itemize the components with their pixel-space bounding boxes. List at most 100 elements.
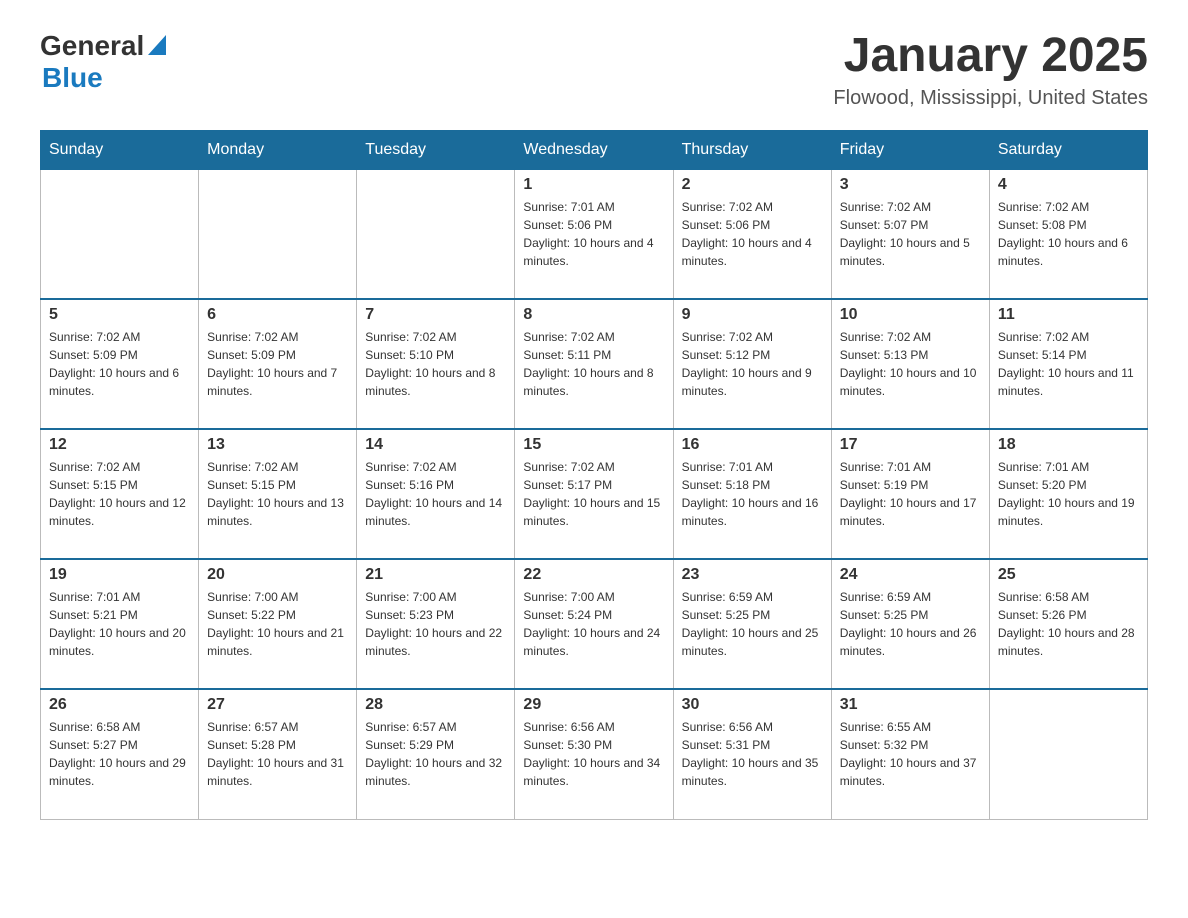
day-info: Sunrise: 7:02 AM Sunset: 5:09 PM Dayligh…: [207, 328, 348, 400]
day-info: Sunrise: 7:02 AM Sunset: 5:09 PM Dayligh…: [49, 328, 190, 400]
calendar-cell: 11Sunrise: 7:02 AM Sunset: 5:14 PM Dayli…: [989, 299, 1147, 429]
day-number: 4: [998, 176, 1139, 194]
day-number: 20: [207, 566, 348, 584]
day-info: Sunrise: 7:01 AM Sunset: 5:21 PM Dayligh…: [49, 588, 190, 660]
logo-general-text: General: [40, 30, 144, 62]
calendar-cell: 26Sunrise: 6:58 AM Sunset: 5:27 PM Dayli…: [41, 689, 199, 819]
calendar-cell: [357, 169, 515, 299]
day-info: Sunrise: 6:59 AM Sunset: 5:25 PM Dayligh…: [682, 588, 823, 660]
day-number: 24: [840, 566, 981, 584]
day-info: Sunrise: 7:02 AM Sunset: 5:15 PM Dayligh…: [49, 458, 190, 530]
calendar-cell: 1 Sunrise: 7:01 AM Sunset: 5:06 PM Daylig…: [515, 169, 673, 299]
day-info: Sunrise: 7:00 AM Sunset: 5:23 PM Dayligh…: [365, 588, 506, 660]
day-number: 28: [365, 696, 506, 714]
day-of-week-header: Monday: [199, 130, 357, 169]
day-number: 9: [682, 306, 823, 324]
calendar-cell: 30 Sunrise: 6:56 AM Sunset: 5:31 PM Dayli…: [673, 689, 831, 819]
day-number: 13: [207, 436, 348, 454]
day-of-week-header: Wednesday: [515, 130, 673, 169]
day-info: Sunrise: 7:02 AM Sunset: 5:12 PM Dayligh…: [682, 328, 823, 400]
calendar-cell: 19 Sunrise: 7:01 AM Sunset: 5:21 PM Dayli…: [41, 559, 199, 689]
day-number: 31: [840, 696, 981, 714]
day-number: 6: [207, 306, 348, 324]
calendar-cell: 9 Sunrise: 7:02 AM Sunset: 5:12 PM Daylig…: [673, 299, 831, 429]
calendar-cell: 12 Sunrise: 7:02 AM Sunset: 5:15 PM Dayli…: [41, 429, 199, 559]
logo-blue-text: Blue: [42, 62, 103, 94]
calendar-week-row: 5Sunrise: 7:02 AM Sunset: 5:09 PM Daylig…: [41, 299, 1148, 429]
day-number: 8: [523, 306, 664, 324]
page-header: General Blue January 2025 Flowood, Missi…: [40, 30, 1148, 110]
day-number: 1: [523, 176, 664, 194]
day-number: 14: [365, 436, 506, 454]
day-number: 15: [523, 436, 664, 454]
calendar-week-row: 19 Sunrise: 7:01 AM Sunset: 5:21 PM Dayli…: [41, 559, 1148, 689]
day-number: 18: [998, 436, 1139, 454]
location-subtitle: Flowood, Mississippi, United States: [833, 87, 1148, 110]
day-info: Sunrise: 6:59 AM Sunset: 5:25 PM Dayligh…: [840, 588, 981, 660]
day-info: Sunrise: 7:02 AM Sunset: 5:08 PM Dayligh…: [998, 198, 1139, 270]
day-info: Sunrise: 7:00 AM Sunset: 5:22 PM Dayligh…: [207, 588, 348, 660]
day-info: Sunrise: 6:55 AM Sunset: 5:32 PM Dayligh…: [840, 718, 981, 790]
calendar-cell: 22 Sunrise: 7:00 AM Sunset: 5:24 PM Dayli…: [515, 559, 673, 689]
day-number: 16: [682, 436, 823, 454]
title-section: January 2025 Flowood, Mississippi, Unite…: [833, 30, 1148, 110]
day-number: 30: [682, 696, 823, 714]
day-info: Sunrise: 7:02 AM Sunset: 5:07 PM Dayligh…: [840, 198, 981, 270]
day-info: Sunrise: 7:02 AM Sunset: 5:17 PM Dayligh…: [523, 458, 664, 530]
calendar-cell: 3 Sunrise: 7:02 AM Sunset: 5:07 PM Daylig…: [831, 169, 989, 299]
calendar-cell: 2 Sunrise: 7:02 AM Sunset: 5:06 PM Daylig…: [673, 169, 831, 299]
day-of-week-header: Saturday: [989, 130, 1147, 169]
day-info: Sunrise: 7:02 AM Sunset: 5:11 PM Dayligh…: [523, 328, 664, 400]
day-of-week-header: Thursday: [673, 130, 831, 169]
day-info: Sunrise: 6:56 AM Sunset: 5:31 PM Dayligh…: [682, 718, 823, 790]
calendar-cell: 5Sunrise: 7:02 AM Sunset: 5:09 PM Daylig…: [41, 299, 199, 429]
calendar-cell: 4 Sunrise: 7:02 AM Sunset: 5:08 PM Daylig…: [989, 169, 1147, 299]
calendar-cell: 23 Sunrise: 6:59 AM Sunset: 5:25 PM Dayli…: [673, 559, 831, 689]
calendar-cell: 14 Sunrise: 7:02 AM Sunset: 5:16 PM Dayli…: [357, 429, 515, 559]
day-info: Sunrise: 6:56 AM Sunset: 5:30 PM Dayligh…: [523, 718, 664, 790]
day-info: Sunrise: 7:02 AM Sunset: 5:13 PM Dayligh…: [840, 328, 981, 400]
calendar-cell: 17Sunrise: 7:01 AM Sunset: 5:19 PM Dayli…: [831, 429, 989, 559]
day-number: 7: [365, 306, 506, 324]
logo-triangle-icon: [148, 35, 166, 55]
day-number: 17: [840, 436, 981, 454]
calendar-cell: 27Sunrise: 6:57 AM Sunset: 5:28 PM Dayli…: [199, 689, 357, 819]
day-info: Sunrise: 7:00 AM Sunset: 5:24 PM Dayligh…: [523, 588, 664, 660]
day-number: 25: [998, 566, 1139, 584]
calendar-cell: 20 Sunrise: 7:00 AM Sunset: 5:22 PM Dayli…: [199, 559, 357, 689]
calendar-week-row: 12 Sunrise: 7:02 AM Sunset: 5:15 PM Dayli…: [41, 429, 1148, 559]
calendar-cell: 25 Sunrise: 6:58 AM Sunset: 5:26 PM Dayli…: [989, 559, 1147, 689]
day-number: 23: [682, 566, 823, 584]
calendar-week-row: 1 Sunrise: 7:01 AM Sunset: 5:06 PM Daylig…: [41, 169, 1148, 299]
day-info: Sunrise: 6:58 AM Sunset: 5:26 PM Dayligh…: [998, 588, 1139, 660]
day-number: 22: [523, 566, 664, 584]
day-info: Sunrise: 6:58 AM Sunset: 5:27 PM Dayligh…: [49, 718, 190, 790]
day-info: Sunrise: 6:57 AM Sunset: 5:28 PM Dayligh…: [207, 718, 348, 790]
day-info: Sunrise: 7:01 AM Sunset: 5:20 PM Dayligh…: [998, 458, 1139, 530]
day-of-week-header: Tuesday: [357, 130, 515, 169]
calendar-cell: 21 Sunrise: 7:00 AM Sunset: 5:23 PM Dayli…: [357, 559, 515, 689]
day-info: Sunrise: 7:02 AM Sunset: 5:16 PM Dayligh…: [365, 458, 506, 530]
day-number: 3: [840, 176, 981, 194]
day-number: 12: [49, 436, 190, 454]
day-info: Sunrise: 7:01 AM Sunset: 5:18 PM Dayligh…: [682, 458, 823, 530]
day-of-week-header: Sunday: [41, 130, 199, 169]
day-info: Sunrise: 7:02 AM Sunset: 5:10 PM Dayligh…: [365, 328, 506, 400]
logo: General Blue: [40, 30, 166, 94]
calendar-week-row: 26Sunrise: 6:58 AM Sunset: 5:27 PM Dayli…: [41, 689, 1148, 819]
day-number: 29: [523, 696, 664, 714]
calendar-cell: 15 Sunrise: 7:02 AM Sunset: 5:17 PM Dayli…: [515, 429, 673, 559]
day-info: Sunrise: 7:01 AM Sunset: 5:06 PM Dayligh…: [523, 198, 664, 270]
day-number: 19: [49, 566, 190, 584]
day-number: 2: [682, 176, 823, 194]
day-info: Sunrise: 7:02 AM Sunset: 5:06 PM Dayligh…: [682, 198, 823, 270]
calendar-table: SundayMondayTuesdayWednesdayThursdayFrid…: [40, 130, 1148, 820]
calendar-cell: 7 Sunrise: 7:02 AM Sunset: 5:10 PM Daylig…: [357, 299, 515, 429]
calendar-cell: 8 Sunrise: 7:02 AM Sunset: 5:11 PM Daylig…: [515, 299, 673, 429]
day-number: 21: [365, 566, 506, 584]
calendar-cell: 10Sunrise: 7:02 AM Sunset: 5:13 PM Dayli…: [831, 299, 989, 429]
day-number: 11: [998, 306, 1139, 324]
calendar-cell: 29 Sunrise: 6:56 AM Sunset: 5:30 PM Dayli…: [515, 689, 673, 819]
month-title: January 2025: [833, 30, 1148, 83]
calendar-cell: 18 Sunrise: 7:01 AM Sunset: 5:20 PM Dayli…: [989, 429, 1147, 559]
